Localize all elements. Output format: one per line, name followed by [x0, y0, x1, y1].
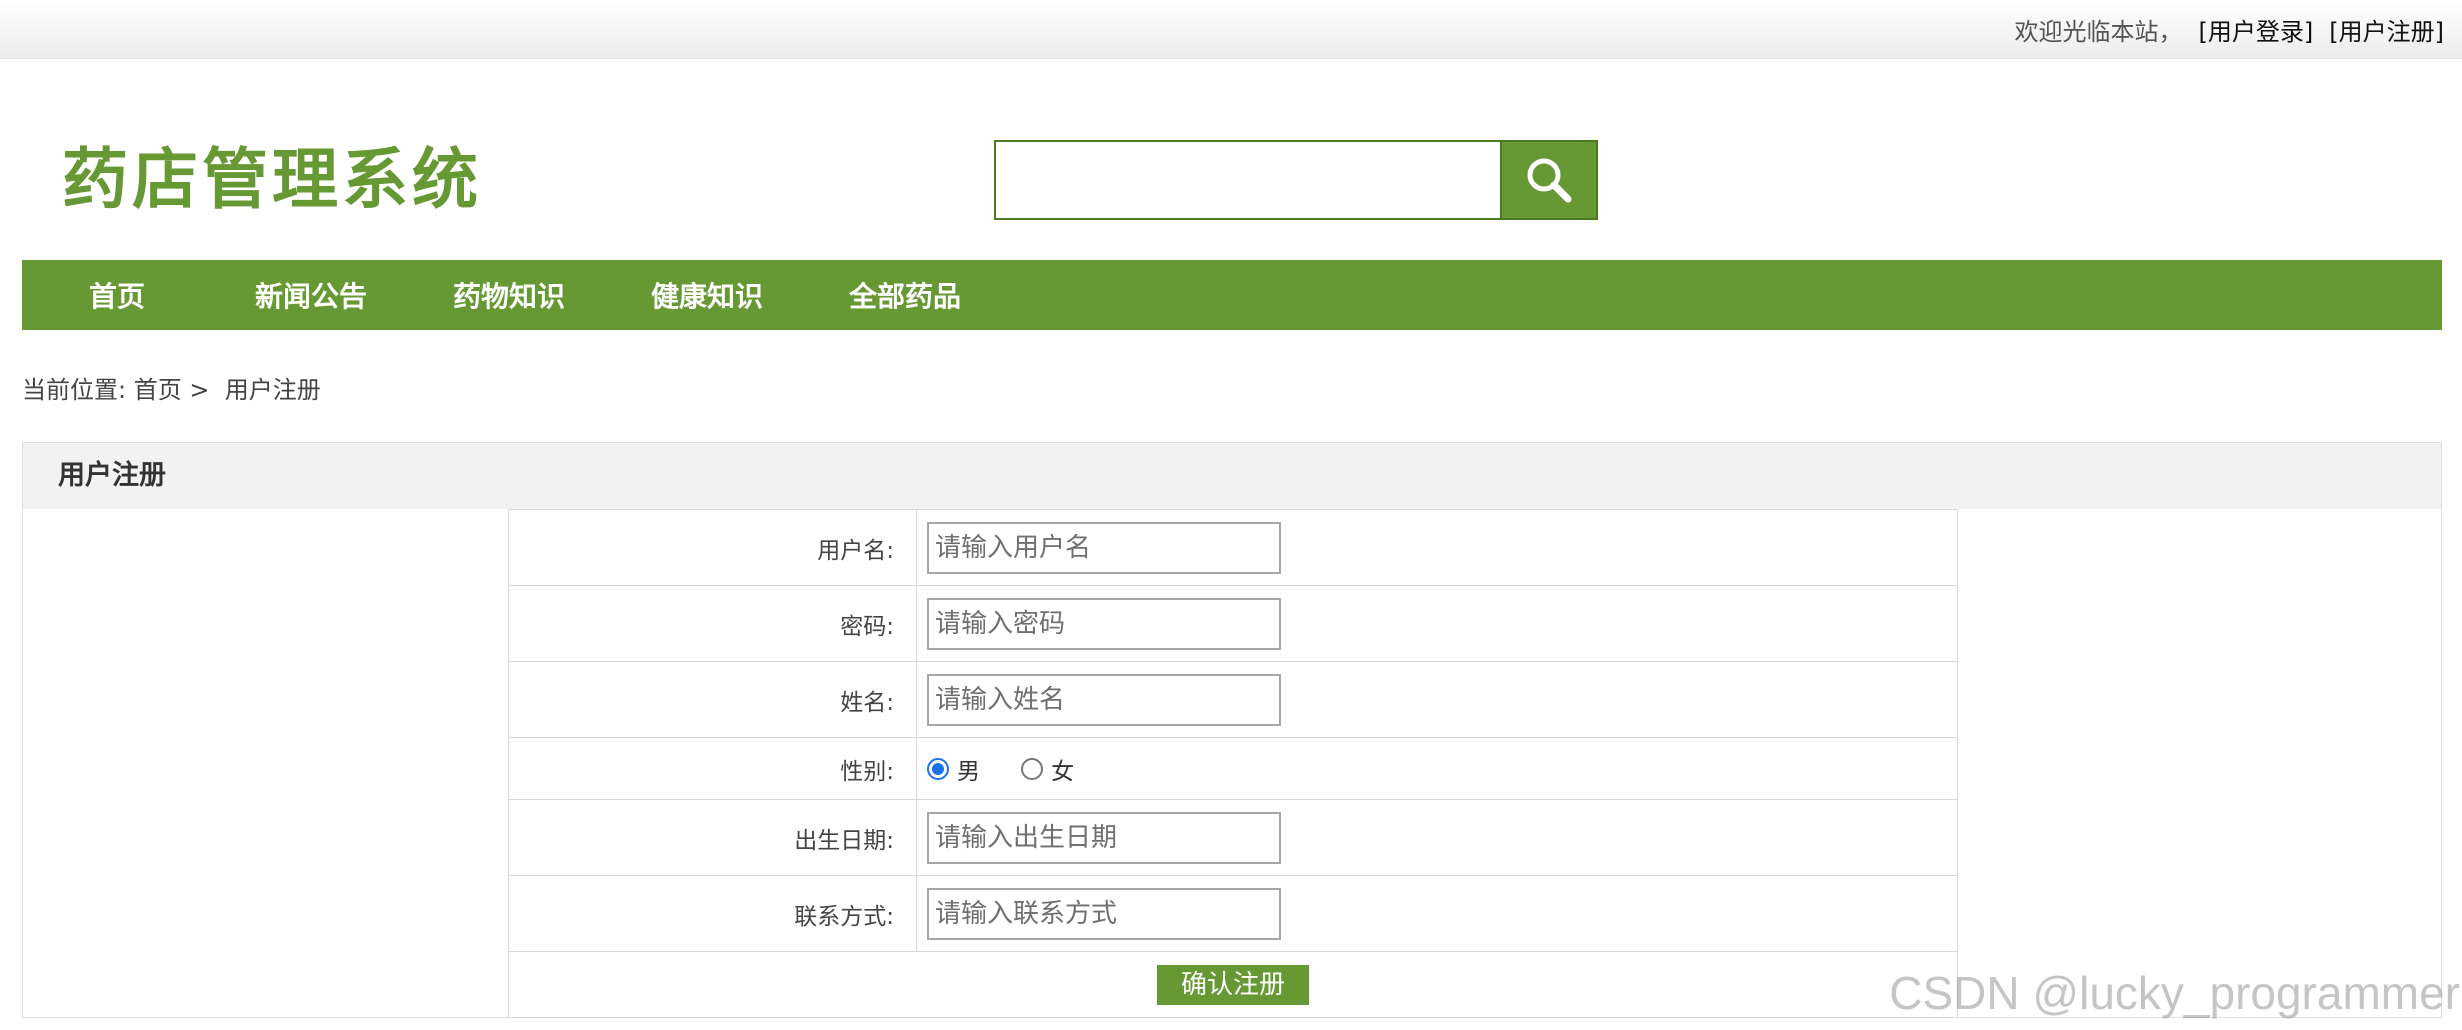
radio-female[interactable] — [1021, 757, 1044, 780]
top-bar-links: 欢迎光临本站， [用户登录] [用户注册] — [2015, 0, 2444, 58]
username-input[interactable] — [927, 521, 1281, 574]
breadcrumb-separator: > — [181, 376, 225, 404]
login-link[interactable]: [用户登录] — [2199, 12, 2314, 47]
breadcrumb-current: 用户注册 — [224, 376, 321, 404]
welcome-text: 欢迎光临本站， — [2014, 17, 2183, 46]
gender-option-female[interactable]: 女 — [1021, 752, 1074, 786]
username-label: 用户名: — [508, 509, 917, 586]
breadcrumb-home-link[interactable]: 首页 — [134, 376, 182, 404]
nav-item-news[interactable]: 新闻公告 — [212, 275, 410, 315]
name-label: 姓名: — [508, 661, 917, 738]
search-icon — [1527, 158, 1572, 203]
form-row-birthdate: 出生日期: — [508, 799, 1958, 876]
breadcrumb: 当前位置: 首页 > 用户注册 — [22, 370, 321, 405]
contact-label: 联系方式: — [508, 875, 917, 952]
gender-female-label: 女 — [1051, 758, 1075, 785]
form-row-gender: 性别: 男 女 — [508, 737, 1958, 800]
birthdate-input[interactable] — [927, 811, 1281, 864]
form-row-submit: 确认注册 — [508, 951, 1958, 1018]
form-row-name: 姓名: — [508, 661, 1958, 738]
site-logo[interactable]: 药店管理系统 — [62, 140, 482, 220]
breadcrumb-prefix: 当前位置: — [22, 376, 134, 404]
panel-title: 用户注册 — [23, 443, 2441, 509]
form-row-contact: 联系方式: — [508, 875, 1958, 952]
search-input[interactable] — [996, 142, 1500, 218]
search-box — [994, 140, 1598, 220]
register-link[interactable]: [用户注册] — [2329, 12, 2444, 47]
password-label: 密码: — [508, 585, 917, 662]
main-nav: 首页 新闻公告 药物知识 健康知识 全部药品 — [22, 260, 2442, 330]
top-bar: 欢迎光临本站， [用户登录] [用户注册] — [0, 0, 2462, 59]
watermark: CSDN @lucky_programmer — [1889, 967, 2460, 1019]
form-row-password: 密码: — [508, 585, 1958, 662]
nav-item-drug-knowledge[interactable]: 药物知识 — [410, 275, 608, 315]
gender-option-male[interactable]: 男 — [927, 752, 980, 786]
name-input[interactable] — [927, 673, 1281, 726]
submit-register-button[interactable]: 确认注册 — [1156, 964, 1309, 1005]
gender-male-label: 男 — [957, 758, 980, 785]
nav-item-home[interactable]: 首页 — [22, 275, 212, 315]
search-button[interactable] — [1500, 142, 1596, 218]
nav-item-all-drugs[interactable]: 全部药品 — [806, 275, 1004, 315]
register-form: 用户名: 密码: 姓名: 性别: 男 女 出生 — [508, 509, 1958, 1018]
register-panel: 用户注册 用户名: 密码: 姓名: 性别: 男 女 — [22, 442, 2442, 1018]
radio-male[interactable] — [927, 757, 949, 780]
nav-item-health-knowledge[interactable]: 健康知识 — [608, 275, 806, 315]
gender-label: 性别: — [508, 737, 917, 800]
contact-input[interactable] — [927, 887, 1281, 940]
birthdate-label: 出生日期: — [508, 799, 917, 876]
password-input[interactable] — [927, 597, 1281, 650]
form-row-username: 用户名: — [508, 509, 1958, 586]
